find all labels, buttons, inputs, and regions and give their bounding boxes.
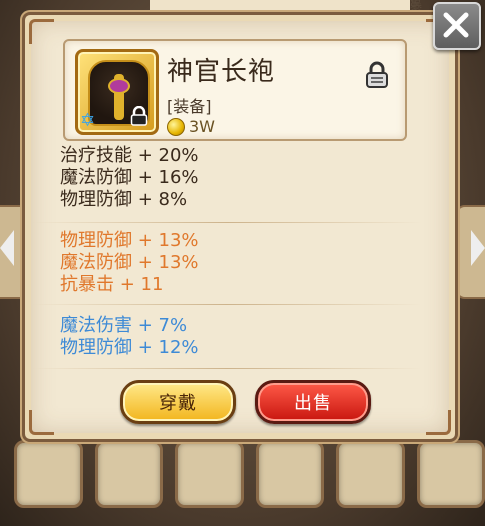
stat-line: 治疗技能 + 20%: [60, 145, 199, 166]
inventory-slot[interactable]: [336, 440, 405, 508]
stats-divider: [32, 304, 422, 305]
base-stats-group: 治疗技能 + 20% 魔法防御 + 16% 物理防御 + 8%: [60, 145, 199, 211]
stat-line: 抗暴击 + 11: [60, 274, 164, 295]
panel-corner-ornament: [29, 19, 54, 44]
stats-divider: [32, 368, 422, 369]
stat-line: 物理防御 + 8%: [60, 189, 188, 210]
inventory-slot[interactable]: [14, 440, 83, 508]
left-arrow-icon[interactable]: [0, 230, 14, 266]
inventory-slot[interactable]: [175, 440, 244, 508]
top-stat-label: 暴击： 8: [410, 0, 434, 29]
stats-divider: [32, 222, 422, 223]
item-detail-panel: ✡ 神官长袍 [装备] 3W: [22, 12, 458, 442]
item-type: [装备]: [167, 97, 212, 116]
panel-corner-ornament: [426, 410, 451, 435]
stat-line: 物理防御 + 13%: [60, 230, 199, 251]
right-arrow-icon[interactable]: [471, 230, 485, 266]
bonus-stats-group: 物理防御 + 13% 魔法防御 + 13% 抗暴击 + 11: [60, 230, 199, 296]
stat-line: 魔法防御 + 16%: [60, 167, 199, 188]
inventory-slot[interactable]: [416, 440, 485, 508]
inventory-slot[interactable]: [255, 440, 324, 508]
star-of-david-icon: ✡: [80, 110, 96, 131]
inventory-slot[interactable]: [94, 440, 163, 508]
close-icon: [443, 12, 469, 38]
item-price: 3W: [167, 117, 215, 136]
wear-button[interactable]: 穿戴: [120, 380, 236, 424]
close-button[interactable]: [433, 2, 481, 50]
stat-line: 魔法防御 + 13%: [60, 252, 199, 273]
price-value: 3W: [189, 117, 215, 136]
extra-stats-group: 魔法伤害 + 7% 物理防御 + 12%: [60, 315, 199, 359]
item-header-card: ✡ 神官长袍 [装备] 3W: [63, 39, 407, 141]
inventory-row: [0, 440, 485, 510]
lock-icon[interactable]: [365, 61, 389, 93]
robe-icon[interactable]: ✡: [75, 49, 159, 135]
stat-line: 物理防御 + 12%: [60, 337, 199, 358]
sell-button[interactable]: 出售: [255, 380, 371, 424]
stat-line: 魔法伤害 + 7%: [60, 315, 188, 336]
gold-coin-icon: [167, 117, 185, 136]
panel-corner-ornament: [29, 410, 54, 435]
item-name: 神官长袍: [167, 57, 276, 87]
small-lock-icon: [130, 105, 148, 130]
